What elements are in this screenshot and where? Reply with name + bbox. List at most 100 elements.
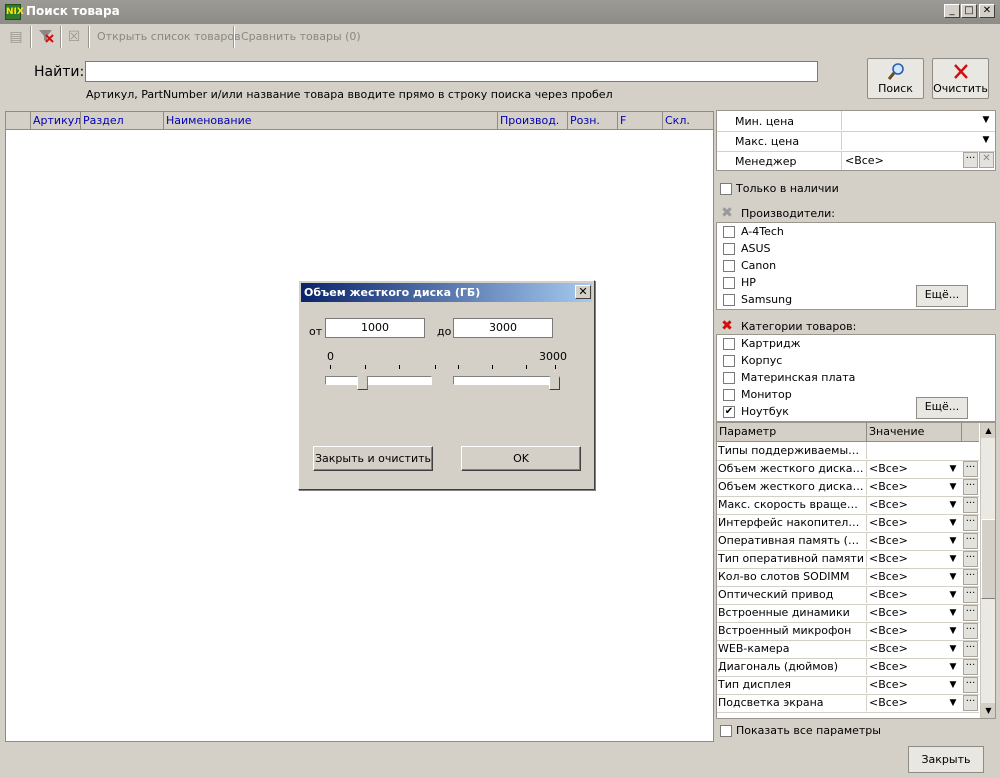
close-icon[interactable]: ✕: [979, 152, 994, 168]
parameter-value-cell[interactable]: <Все> ▼ ···: [866, 694, 980, 711]
ellipsis-icon[interactable]: ···: [963, 695, 978, 711]
checkbox[interactable]: [723, 389, 735, 401]
chevron-down-icon[interactable]: ▼: [979, 112, 993, 128]
parameter-value-cell[interactable]: <Все> ▼ ···: [866, 496, 980, 513]
chevron-down-icon[interactable]: ▼: [979, 132, 993, 148]
minimize-button[interactable]: _: [944, 4, 960, 18]
parameter-value-cell[interactable]: <Все> ▼ ···: [866, 514, 980, 531]
ellipsis-icon[interactable]: ···: [963, 641, 978, 657]
parameter-value-cell[interactable]: <Все> ▼ ···: [866, 622, 980, 639]
chevron-down-icon[interactable]: ▼: [946, 623, 960, 639]
parameter-value-cell[interactable]: <Все> ▼ ···: [866, 478, 980, 495]
parameter-value-cell[interactable]: [866, 442, 980, 459]
checkbox[interactable]: [723, 372, 735, 384]
from-slider-track[interactable]: [325, 376, 432, 385]
parameter-row[interactable]: Подсветка экрана <Все> ▼ ···: [717, 694, 979, 713]
checkbox[interactable]: [723, 243, 735, 255]
ellipsis-icon[interactable]: ···: [963, 659, 978, 675]
checkbox[interactable]: [723, 226, 735, 238]
to-slider-thumb[interactable]: [549, 371, 560, 390]
ellipsis-icon[interactable]: ···: [963, 605, 978, 621]
value-column-header[interactable]: Значение: [869, 425, 924, 438]
categories-more-button[interactable]: Ещё...: [916, 397, 968, 419]
parameter-row[interactable]: Тип оперативной памяти <Все> ▼ ···: [717, 550, 979, 569]
chevron-down-icon[interactable]: ▼: [946, 695, 960, 711]
ellipsis-icon[interactable]: ···: [963, 479, 978, 495]
chevron-down-icon[interactable]: ▼: [946, 461, 960, 477]
min-price-field[interactable]: [841, 111, 995, 130]
ellipsis-icon[interactable]: ···: [963, 533, 978, 549]
parameter-row[interactable]: Встроенные динамики <Все> ▼ ···: [717, 604, 979, 623]
column-header[interactable]: F: [618, 112, 663, 130]
parameter-value-cell[interactable]: <Все> ▼ ···: [866, 532, 980, 549]
clear-button[interactable]: Очистить: [932, 58, 989, 99]
checkbox[interactable]: [723, 355, 735, 367]
checkbox[interactable]: [723, 260, 735, 272]
column-header[interactable]: Скл.: [663, 112, 713, 130]
parameters-grid[interactable]: Параметр Значение Типы поддерживаемых к.…: [716, 422, 996, 719]
delete-list-icon[interactable]: ☒: [64, 27, 84, 47]
ellipsis-icon[interactable]: ···: [963, 461, 978, 477]
max-price-field[interactable]: [841, 131, 995, 150]
clear-filter-icon[interactable]: [36, 27, 56, 47]
close-window-button[interactable]: ✕: [979, 4, 995, 18]
in-stock-checkbox[interactable]: [720, 183, 732, 195]
ok-button[interactable]: OK: [461, 446, 581, 471]
parameter-value-cell[interactable]: <Все> ▼ ···: [866, 460, 980, 477]
parameter-row[interactable]: Макс. скорость вращения... <Все> ▼ ···: [717, 496, 979, 515]
parameter-row[interactable]: Диагональ (дюймов) <Все> ▼ ···: [717, 658, 979, 677]
search-input[interactable]: [85, 61, 818, 82]
chevron-down-icon[interactable]: ▼: [946, 587, 960, 603]
compare-button[interactable]: Сравнить товары (0): [241, 30, 361, 43]
ellipsis-icon[interactable]: ···: [963, 152, 978, 168]
dialog-close-icon[interactable]: ✕: [575, 285, 591, 299]
close-and-clear-button[interactable]: Закрыть и очистить: [313, 446, 433, 471]
parameter-value-cell[interactable]: <Все> ▼ ···: [866, 586, 980, 603]
parameter-row[interactable]: Типы поддерживаемых к...: [717, 442, 979, 461]
ellipsis-icon[interactable]: ···: [963, 623, 978, 639]
chevron-down-icon[interactable]: ▼: [946, 659, 960, 675]
chevron-down-icon[interactable]: ▼: [946, 533, 960, 549]
remove-filter-icon[interactable]: ✖: [719, 319, 735, 334]
show-all-params-checkbox[interactable]: [720, 725, 732, 737]
chevron-down-icon[interactable]: ▼: [946, 605, 960, 621]
parameter-row[interactable]: Тип дисплея <Все> ▼ ···: [717, 676, 979, 695]
from-input[interactable]: 1000: [325, 318, 425, 338]
ellipsis-icon[interactable]: ···: [963, 569, 978, 585]
chevron-down-icon[interactable]: ▼: [946, 677, 960, 693]
search-button[interactable]: Поиск: [867, 58, 924, 99]
to-input[interactable]: 3000: [453, 318, 553, 338]
parameter-value-cell[interactable]: <Все> ▼ ···: [866, 550, 980, 567]
scroll-down-icon[interactable]: ▼: [981, 703, 995, 718]
parameter-value-cell[interactable]: <Все> ▼ ···: [866, 604, 980, 621]
parameter-value-cell[interactable]: <Все> ▼ ···: [866, 640, 980, 657]
chevron-down-icon[interactable]: ▼: [946, 569, 960, 585]
column-header[interactable]: Наименование: [164, 112, 498, 130]
chevron-down-icon[interactable]: ▼: [946, 515, 960, 531]
checkbox[interactable]: [723, 338, 735, 350]
column-header[interactable]: Артикул: [31, 112, 81, 130]
parameter-value-cell[interactable]: <Все> ▼ ···: [866, 568, 980, 585]
chevron-down-icon[interactable]: ▼: [946, 479, 960, 495]
remove-filter-icon[interactable]: ✖: [719, 206, 735, 221]
ellipsis-icon[interactable]: ···: [963, 497, 978, 513]
checkbox[interactable]: [723, 277, 735, 289]
column-header[interactable]: Розн.: [568, 112, 618, 130]
checkbox[interactable]: [723, 294, 735, 306]
scroll-thumb[interactable]: [981, 519, 995, 599]
parameter-row[interactable]: Встроенный микрофон <Все> ▼ ···: [717, 622, 979, 641]
parameter-row[interactable]: Интерфейс накопителя н... <Все> ▼ ···: [717, 514, 979, 533]
checkbox-checked[interactable]: ✔: [723, 406, 735, 418]
properties-icon[interactable]: ▤: [6, 27, 26, 47]
parameter-row[interactable]: Кол-во слотов SODIMM <Все> ▼ ···: [717, 568, 979, 587]
to-slider-track[interactable]: [453, 376, 560, 385]
chevron-down-icon[interactable]: ▼: [946, 497, 960, 513]
ellipsis-icon[interactable]: ···: [963, 551, 978, 567]
parameter-row[interactable]: Объем жесткого диска SS... <Все> ▼···: [717, 478, 979, 497]
parameter-row[interactable]: Оперативная память (МБ) <Все> ▼ ···: [717, 532, 979, 551]
chevron-down-icon[interactable]: ▼: [946, 641, 960, 657]
close-button[interactable]: Закрыть: [908, 746, 984, 773]
chevron-down-icon[interactable]: ▼: [946, 551, 960, 567]
parameter-row[interactable]: Оптический привод <Все> ▼ ···: [717, 586, 979, 605]
open-list-button[interactable]: Открыть список товаров: [97, 30, 241, 43]
